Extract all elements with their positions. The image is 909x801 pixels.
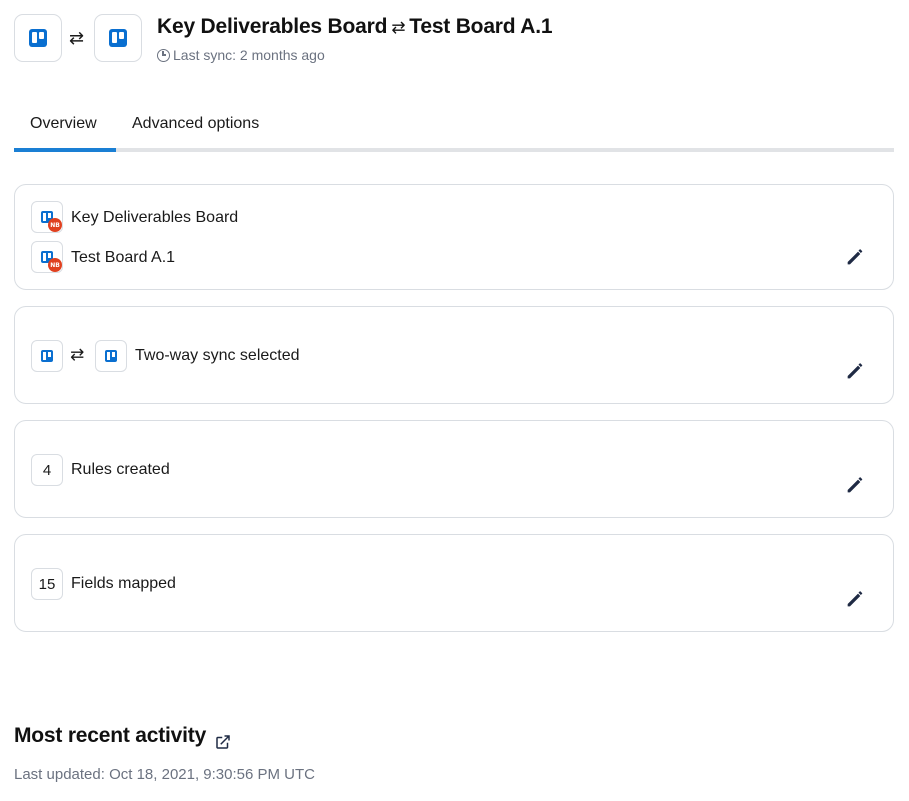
sync-direction-label: Two-way sync selected <box>135 347 300 364</box>
fields-count: 15 <box>31 568 63 600</box>
trello-icon <box>105 350 117 362</box>
page-title: Key Deliverables Board ⇄ Test Board A.1 <box>157 15 553 39</box>
rules-count: 4 <box>31 454 63 486</box>
source-board-icon: NB <box>31 201 63 233</box>
source-board-label: Key Deliverables Board <box>71 209 239 226</box>
title-source-board: Key Deliverables Board <box>157 15 388 38</box>
pencil-icon <box>847 591 863 607</box>
edit-sync-direction-button[interactable] <box>844 360 866 382</box>
swap-arrows-icon: ⇄ <box>70 345 85 365</box>
nb-avatar-badge: NB <box>48 218 62 232</box>
swap-arrows-icon: ⇄ <box>69 28 85 49</box>
sync-direction-card: ⇄ Two-way sync selected <box>14 306 894 404</box>
nb-avatar-badge: NB <box>48 258 62 272</box>
edit-rules-button[interactable] <box>844 474 866 496</box>
clock-icon <box>157 48 170 62</box>
source-app-mini-tile <box>31 340 63 372</box>
target-app-tile <box>94 14 142 62</box>
external-link-icon[interactable] <box>214 733 232 751</box>
edit-boards-button[interactable] <box>844 246 866 268</box>
sync-header: ⇄ Key Deliverables Board ⇄ Test Board A.1 … <box>14 14 894 64</box>
target-board-label: Test Board A.1 <box>71 249 176 266</box>
pencil-icon <box>847 249 863 265</box>
fields-label: Fields mapped <box>71 575 176 592</box>
active-tab-indicator <box>14 148 116 152</box>
edit-fields-button[interactable] <box>844 588 866 610</box>
last-sync-status: Last sync: 2 months ago <box>157 47 325 63</box>
trello-icon <box>41 350 53 362</box>
tab-advanced-options[interactable]: Advanced options <box>132 115 259 133</box>
tab-bar: Overview Advanced options <box>14 110 894 152</box>
rules-card: 4 Rules created <box>14 420 894 518</box>
swap-arrows-icon: ⇄ <box>391 18 406 38</box>
target-board-icon: NB <box>31 241 63 273</box>
trello-icon <box>109 29 127 47</box>
last-sync-text: Last sync: 2 months ago <box>173 47 325 63</box>
fields-card: 15 Fields mapped <box>14 534 894 632</box>
trello-icon <box>29 29 47 47</box>
boards-card: NB Key Deliverables Board NB Test Board … <box>14 184 894 290</box>
rules-label: Rules created <box>71 461 170 478</box>
tab-overview[interactable]: Overview <box>30 115 97 133</box>
activity-heading: Most recent activity <box>14 724 207 747</box>
pencil-icon <box>847 363 863 379</box>
last-updated-text: Last updated: Oct 18, 2021, 9:30:56 PM U… <box>14 766 316 783</box>
target-app-mini-tile <box>95 340 127 372</box>
title-target-board: Test Board A.1 <box>409 15 553 38</box>
pencil-icon <box>847 477 863 493</box>
source-app-tile <box>14 14 62 62</box>
